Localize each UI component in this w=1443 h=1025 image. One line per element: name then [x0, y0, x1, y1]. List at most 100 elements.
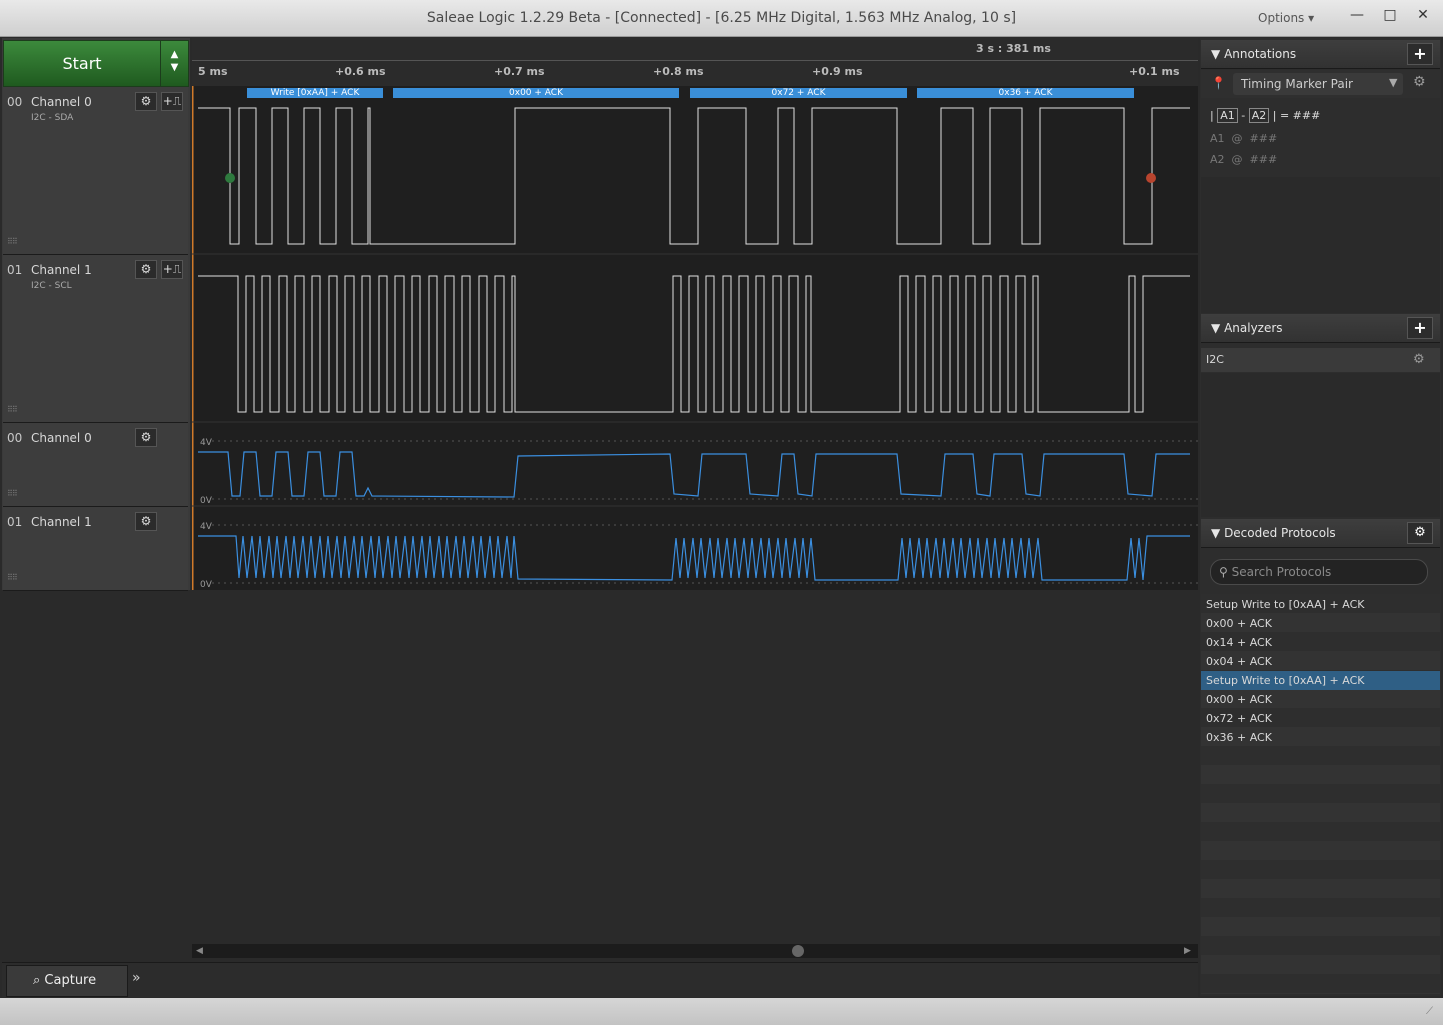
add-annotation-button[interactable]: + [1407, 43, 1433, 65]
a1-badge[interactable]: A1 [1217, 108, 1238, 123]
resize-grip-icon[interactable]: ⟋ [1426, 1006, 1433, 1017]
decoded-row[interactable]: 0x00 + ACK [1201, 690, 1440, 709]
ruler-tick: +0.7 ms [494, 65, 545, 78]
ruler-tick: +0.1 ms [1129, 65, 1180, 78]
channel-row-digital-0[interactable]: 00 Channel 0 I2C - SDA ⚙ +⎍ ⠿⠿ [3, 87, 188, 255]
gear-icon[interactable]: ⚙ [135, 92, 157, 111]
protocol-search-field[interactable]: ⚲ Search Protocols [1210, 559, 1428, 585]
scroll-left-icon[interactable]: ◀ [196, 946, 203, 956]
ruler-tick: +0.9 ms [812, 65, 863, 78]
scroll-thumb[interactable] [792, 945, 804, 957]
decoded-row[interactable]: Setup Write to [0xAA] + ACK [1201, 671, 1440, 690]
bottom-tab-bar [2, 962, 1198, 997]
at-sign: @ [1231, 132, 1243, 145]
decoded-row[interactable]: 0x72 + ACK [1201, 709, 1440, 728]
capture-icon: ⌕ [33, 973, 41, 988]
gear-icon[interactable]: ⚙ [135, 260, 157, 279]
a2-badge[interactable]: A2 [1248, 108, 1270, 123]
channel-name[interactable]: Channel 0 [31, 431, 92, 445]
close-button[interactable]: ✕ [1406, 0, 1440, 30]
marker-type-value: Timing Marker Pair [1241, 77, 1353, 91]
gear-icon[interactable]: ⚙ [135, 512, 157, 531]
analog-low-label: 0V [200, 580, 213, 590]
trigger-icon[interactable]: +⎍ [161, 92, 183, 111]
decoded-row-text: 0x14 + ACK [1206, 636, 1272, 649]
marker-type-select[interactable]: Timing Marker Pair ▼ [1233, 73, 1403, 95]
analog-waveform-1 [198, 535, 1190, 581]
channel-number: 01 [7, 263, 23, 277]
drag-handle-icon[interactable]: ⠿⠿ [7, 489, 18, 498]
channel-row-digital-1[interactable]: 01 Channel 1 I2C - SCL ⚙ +⎍ ⠿⠿ [3, 255, 188, 423]
channel-name[interactable]: Channel 1 [31, 515, 92, 529]
trigger-icon[interactable]: +⎍ [161, 260, 183, 279]
gear-icon[interactable]: ⚙ [1407, 522, 1433, 544]
decoded-row[interactable]: Setup Write to [0xAA] + ACK [1201, 595, 1440, 614]
arrow-down-icon: ▼ [170, 62, 179, 73]
drag-handle-icon[interactable]: ⠿⠿ [7, 237, 18, 246]
equals-sign: = [1279, 109, 1290, 122]
window-title: Saleae Logic 1.2.29 Beta - [Connected] -… [426, 10, 1017, 26]
decoded-row[interactable]: 0x14 + ACK [1201, 633, 1440, 652]
status-bar: ⟋ [0, 998, 1443, 1025]
annotations-body [1201, 177, 1440, 313]
chevron-down-icon: ▼ [1389, 76, 1398, 89]
search-placeholder: Search Protocols [1231, 565, 1332, 579]
maximize-button[interactable]: □ [1373, 0, 1407, 30]
start-options-dropdown[interactable]: ▲ ▼ [160, 40, 189, 87]
gear-icon[interactable]: ⚙ [135, 428, 157, 447]
time-ruler[interactable]: 3 s : 381 ms 5 ms +0.6 ms +0.7 ms +0.8 m… [192, 38, 1198, 86]
analog-low-label: 0V [200, 496, 213, 506]
ruler-divider [192, 60, 1198, 61]
search-icon: ⚲ [1219, 565, 1228, 579]
collapse-icon[interactable]: ▼ [1211, 321, 1220, 335]
add-analyzer-button[interactable]: + [1407, 317, 1433, 339]
drag-handle-icon[interactable]: ⠿⠿ [7, 573, 18, 582]
marker-a2-dot[interactable] [1146, 173, 1156, 183]
ruler-top-marker: 3 s : 381 ms [976, 42, 1051, 55]
tab-capture[interactable]: ⌕ Capture [6, 965, 128, 997]
decoded-protocols-header[interactable]: ▼ Decoded Protocols [1201, 519, 1440, 548]
empty-workspace [2, 591, 1198, 944]
channel-analyzer-label: I2C - SCL [31, 281, 72, 291]
channel-number: 00 [7, 431, 23, 445]
gear-icon[interactable]: ⚙ [1413, 348, 1425, 372]
marker-a2-row: A2 @ ### [1210, 153, 1277, 166]
analyzers-header[interactable]: ▼ Analyzers [1201, 314, 1440, 343]
pin-icon: 📍 [1211, 76, 1226, 90]
a2-value: ### [1249, 153, 1278, 166]
marker-a1-dot[interactable] [225, 173, 235, 183]
decoded-row[interactable]: 0x00 + ACK [1201, 614, 1440, 633]
decoded-protocols-title: Decoded Protocols [1224, 526, 1336, 540]
options-label: Options [1258, 11, 1305, 25]
options-menu[interactable]: Options ▾ [1258, 0, 1314, 36]
analyzer-name: I2C [1206, 353, 1224, 366]
a1-label: A1 [1210, 132, 1225, 145]
marker-diff-row: | A1 - A2 | = ### [1210, 108, 1321, 123]
start-button[interactable]: Start [3, 40, 161, 87]
gear-icon[interactable]: ⚙ [1413, 74, 1426, 90]
minimize-button[interactable]: — [1340, 0, 1374, 30]
channel-analyzer-label: I2C - SDA [31, 113, 74, 123]
decoded-row[interactable]: 0x36 + ACK [1201, 728, 1440, 747]
more-tabs-button[interactable]: » [132, 970, 141, 986]
scroll-right-icon[interactable]: ▶ [1184, 946, 1191, 956]
channel-row-analog-1[interactable]: 01 Channel 1 ⚙ ⠿⠿ [3, 507, 188, 591]
decoded-row[interactable]: 0x04 + ACK [1201, 652, 1440, 671]
annotations-header[interactable]: ▼ Annotations [1201, 40, 1440, 69]
waveforms-svg: 4V 0V 4V 0V [192, 86, 1198, 590]
drag-handle-icon[interactable]: ⠿⠿ [7, 405, 18, 414]
channel-row-analog-0[interactable]: 00 Channel 0 ⚙ ⠿⠿ [3, 423, 188, 507]
decoded-row-text: 0x04 + ACK [1206, 655, 1272, 668]
decoded-row-text: Setup Write to [0xAA] + ACK [1206, 598, 1365, 611]
channel-name[interactable]: Channel 1 [31, 263, 92, 277]
horizontal-scrollbar[interactable]: ◀ ▶ [192, 944, 1198, 958]
analyzer-item[interactable]: I2C ⚙ [1201, 348, 1440, 372]
collapse-icon[interactable]: ▼ [1211, 47, 1220, 61]
collapse-icon[interactable]: ▼ [1211, 526, 1220, 540]
channel-name[interactable]: Channel 0 [31, 95, 92, 109]
ruler-tick: +0.8 ms [653, 65, 704, 78]
analyzers-body [1201, 373, 1440, 517]
marker-a1-row: A1 @ ### [1210, 132, 1277, 145]
decoded-row-text: 0x00 + ACK [1206, 693, 1272, 706]
a1-value: ### [1249, 132, 1278, 145]
